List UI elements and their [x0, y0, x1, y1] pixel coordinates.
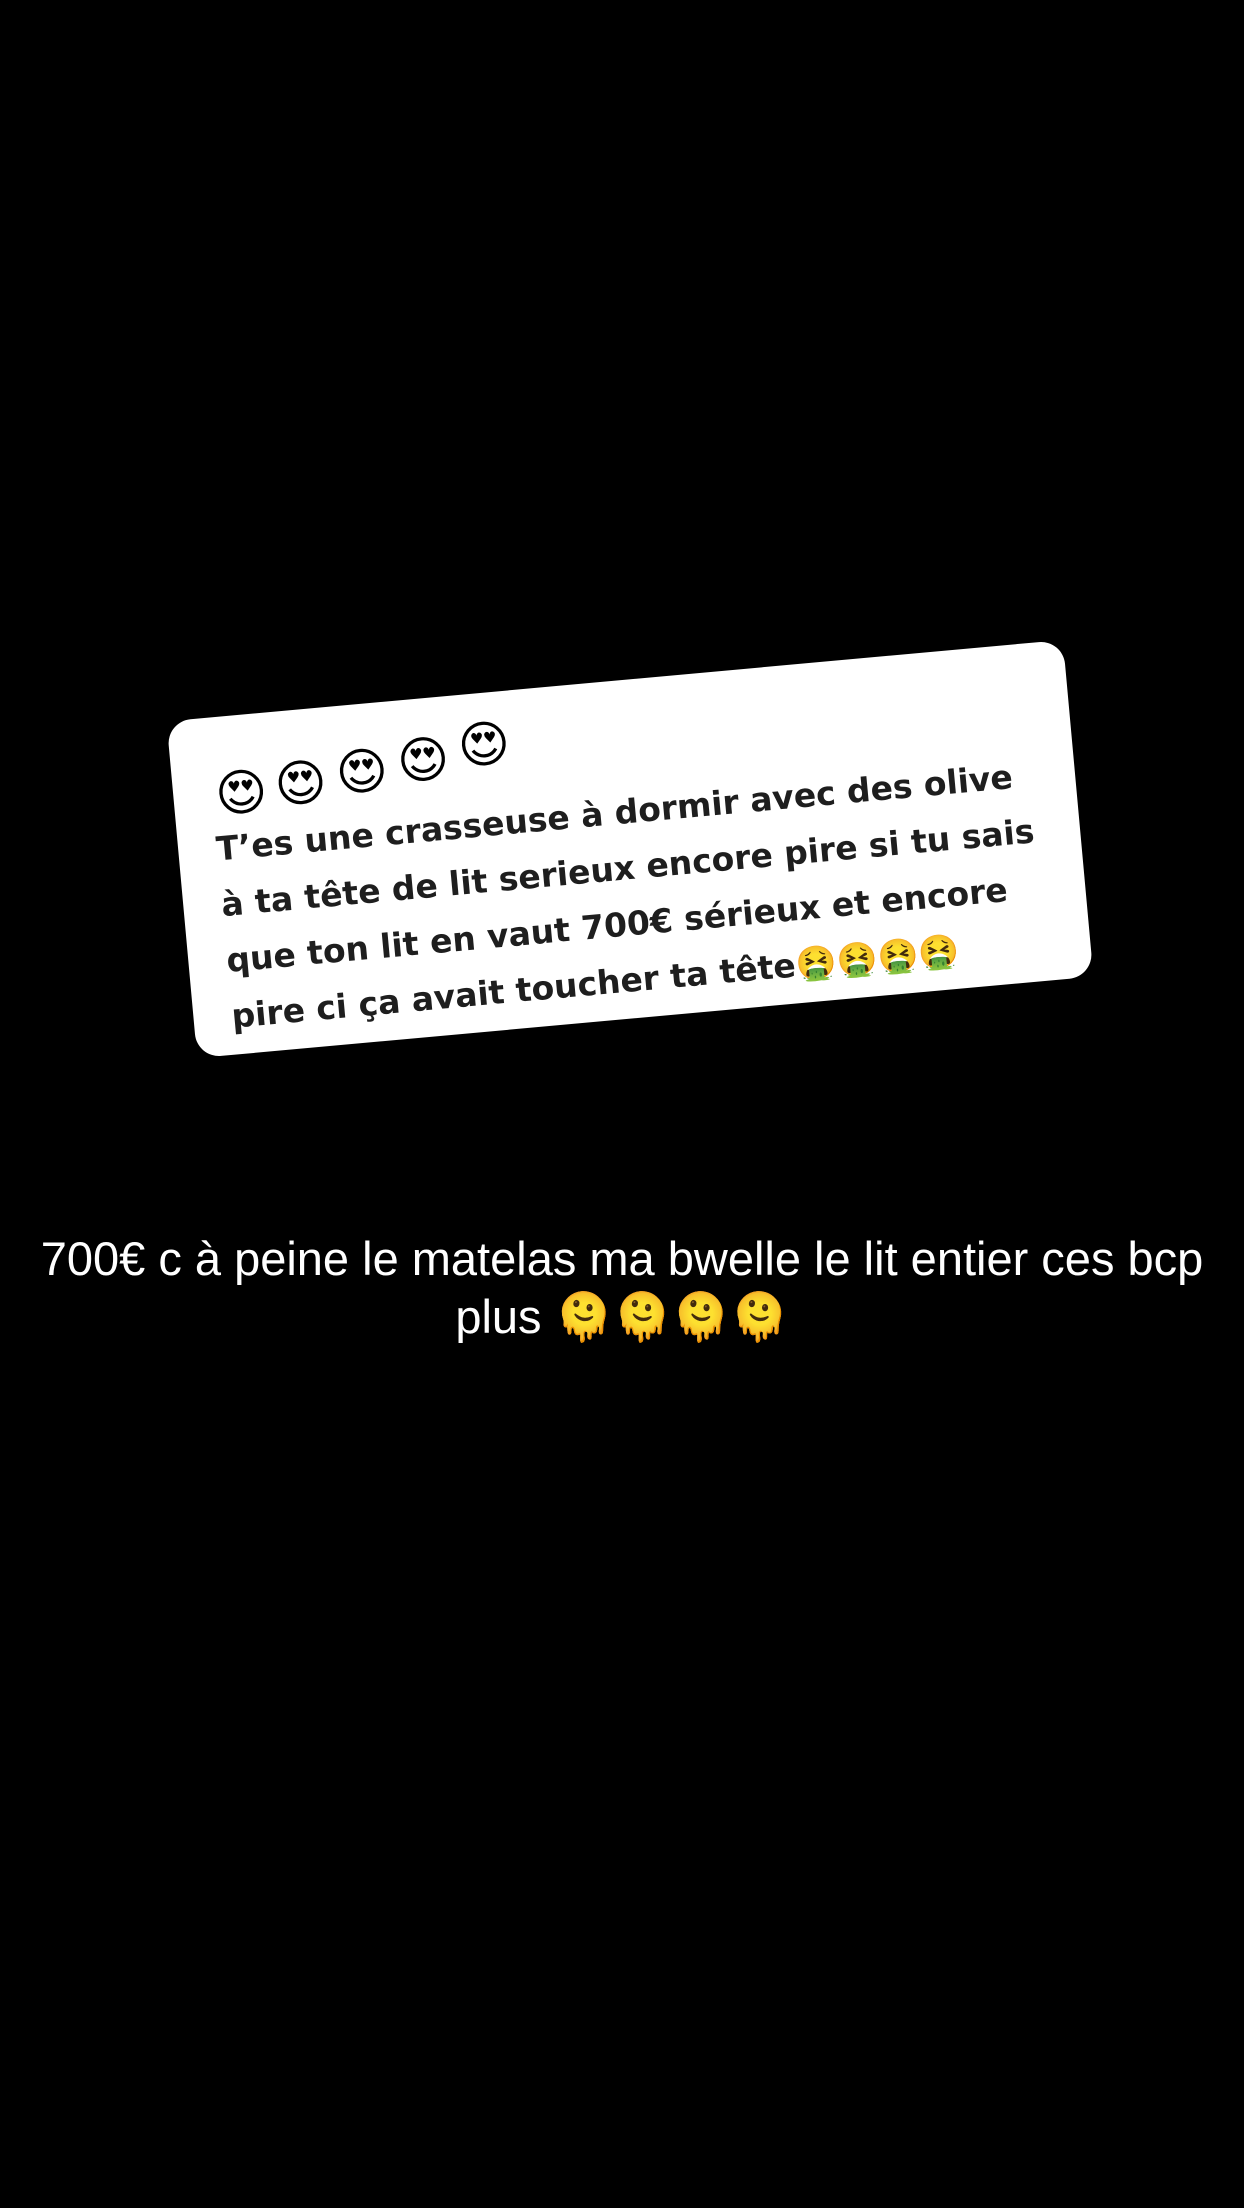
heart-eyes-emoji-icon: 😍	[394, 729, 452, 792]
reply-text: 700€ c à peine le matelas ma bwelle le l…	[40, 1232, 1204, 1343]
heart-eyes-emoji-icon: 😍	[212, 761, 270, 825]
story-screen: 😍 😍 😍 😍 😍 T’es une crasseuse à dormir av…	[0, 0, 1244, 2208]
heart-eyes-emoji-icon: 😍	[455, 713, 513, 777]
heart-eyes-emoji-icon: 😍	[272, 752, 330, 815]
question-card: 😍 😍 😍 😍 😍 T’es une crasseuse à dormir av…	[166, 639, 1094, 1059]
heart-eyes-emoji-icon: 😍	[333, 740, 391, 804]
